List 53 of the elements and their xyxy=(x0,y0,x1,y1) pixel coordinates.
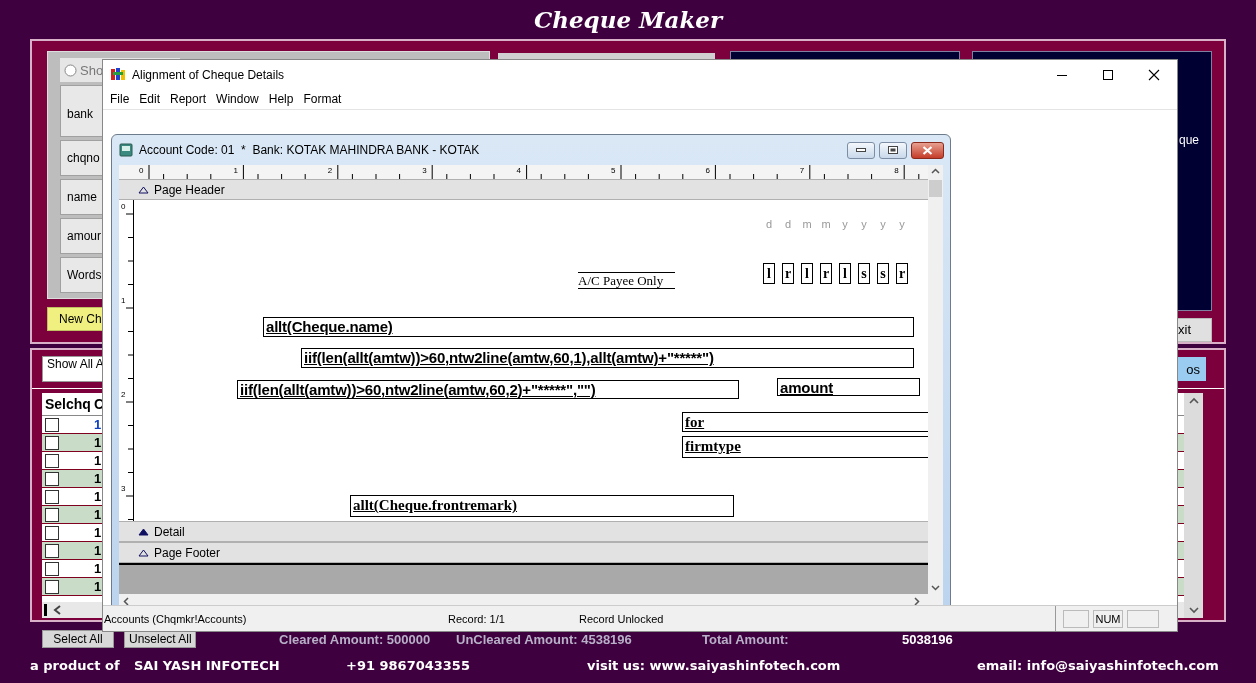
table-cell: 1 xyxy=(94,561,102,576)
uncleared-amount: UnCleared Amount: 4538196 xyxy=(456,631,633,647)
table-cell: 1 xyxy=(94,507,102,522)
ruler-label: 3 xyxy=(422,166,427,175)
status-text: Record Unlocked xyxy=(579,612,664,625)
ruler-label: 3 xyxy=(121,484,126,493)
footer-text: a product of xyxy=(30,657,120,673)
ruler-label: 1 xyxy=(121,296,126,305)
ruler-label: 4 xyxy=(516,166,522,175)
ruler-label: 0 xyxy=(121,202,126,211)
ruler-label: 7 xyxy=(799,166,805,175)
date-label: m xyxy=(820,218,832,230)
report-window-title: Account Code: 01 * Bank: KOTAK MAHINDRA BANK - KOTAK xyxy=(139,143,480,157)
window-title: Alignment of Cheque Details xyxy=(132,67,285,82)
date-label: d xyxy=(783,218,793,230)
table-cell: 1 xyxy=(94,435,102,450)
column-header: Selchq xyxy=(45,396,91,412)
date-label: d xyxy=(764,218,774,230)
footer-text: email: info@saiyashinfotech.com xyxy=(977,657,1219,673)
band-label: Page Header xyxy=(154,182,225,197)
date-label: y xyxy=(841,218,849,230)
ruler-label: 6 xyxy=(705,166,710,175)
table-cell: 1 xyxy=(94,579,102,594)
ruler-label: 8 xyxy=(894,166,899,175)
footer-text: SAI YASH INFOTECH xyxy=(134,657,280,673)
cleared-amount: Cleared Amount: 500000 xyxy=(279,631,432,647)
band-label: Page Footer xyxy=(154,545,221,560)
band-label: Detail xyxy=(154,524,185,539)
date-label: y xyxy=(860,218,868,230)
panel-text: que xyxy=(1178,133,1199,147)
status-text: Record: 1/1 xyxy=(448,612,505,625)
app-title: Cheque Maker xyxy=(533,6,723,33)
ruler-label: 2 xyxy=(327,166,333,175)
status-text: Accounts (Chqmkr!Accounts) xyxy=(104,612,247,625)
date-label: m xyxy=(801,218,813,230)
table-cell: 1 xyxy=(94,543,102,558)
table-cell: 1 xyxy=(94,489,102,504)
footer-text: +91 9867043355 xyxy=(346,657,470,673)
table-cell: 1 xyxy=(94,417,102,432)
ruler-label: 5 xyxy=(611,166,616,175)
table-cell: 1 xyxy=(94,453,102,468)
date-label: y xyxy=(898,218,906,230)
status-indicator: NUM xyxy=(1093,609,1123,628)
total-amount-value: 5038196 xyxy=(902,631,953,647)
ruler-label: 0 xyxy=(139,166,144,175)
table-cell: 1 xyxy=(94,525,102,540)
total-amount-label: Total Amount: xyxy=(702,631,790,647)
ruler-label: 1 xyxy=(233,166,238,175)
ruler-label: 2 xyxy=(121,390,126,399)
table-cell: 1 xyxy=(94,471,102,486)
date-label: y xyxy=(879,218,887,230)
footer-text: visit us: www.saiyashinfotech.com xyxy=(587,657,841,673)
text-label: A/C Payee Only xyxy=(578,272,675,289)
